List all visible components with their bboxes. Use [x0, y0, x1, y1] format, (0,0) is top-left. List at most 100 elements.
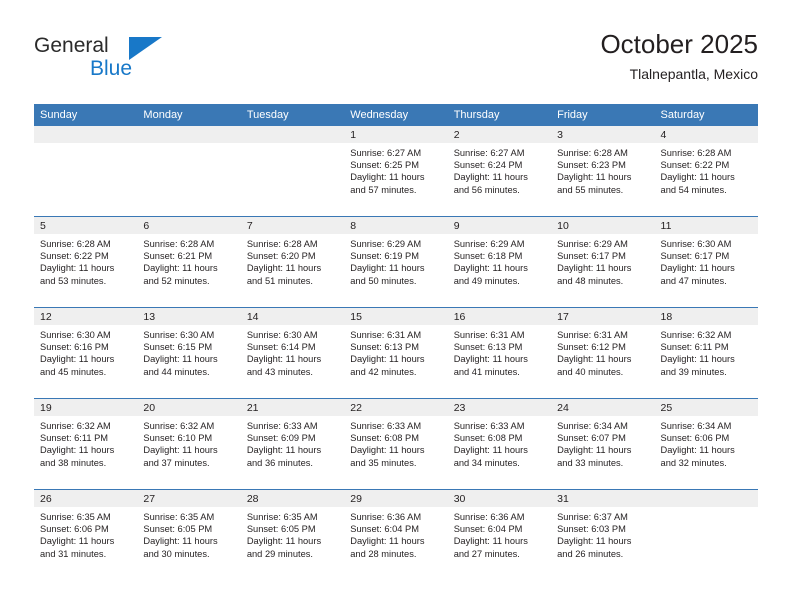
daylight-text-line1: Daylight: 11 hours	[557, 263, 632, 274]
daylight-text-line2: and 43 minutes.	[246, 366, 313, 377]
sunset-text: Sunset: 6:08 PM	[350, 433, 419, 444]
calendar-cell-day[interactable]: 24 Sunrise: 6:34 AM Sunset: 6:07 PM Dayligh…	[551, 398, 655, 490]
day-number: 20	[137, 399, 241, 416]
calendar-cell-day[interactable]: 27 Sunrise: 6:35 AM Sunset: 6:05 PM Dayligh…	[137, 489, 241, 580]
sunset-text: Sunset: 6:17 PM	[557, 251, 626, 262]
cell-inner: 12 Sunrise: 6:30 AM Sunset: 6:16 PM Dayligh…	[34, 308, 138, 398]
cell-inner: 28 Sunrise: 6:35 AM Sunset: 6:05 PM Dayligh…	[240, 490, 345, 580]
sunrise-text: Sunrise: 6:29 AM	[557, 239, 628, 249]
calendar-cell-day[interactable]: 10 Sunrise: 6:29 AM Sunset: 6:17 PM Dayligh…	[551, 216, 655, 308]
calendar-cell-day[interactable]: 13 Sunrise: 6:30 AM Sunset: 6:15 PM Dayligh…	[137, 307, 241, 399]
calendar-cell-day[interactable]: 11 Sunrise: 6:30 AM Sunset: 6:17 PM Dayligh…	[654, 216, 758, 308]
day-details: Sunrise: 6:29 AM Sunset: 6:17 PM Daylight:…	[551, 234, 654, 287]
calendar-cell-day[interactable]: 5 Sunrise: 6:28 AM Sunset: 6:22 PM Daylight…	[34, 216, 138, 308]
calendar-cell-day[interactable]: 3 Sunrise: 6:28 AM Sunset: 6:23 PM Daylight…	[551, 126, 655, 217]
day-number: 16	[447, 308, 552, 325]
calendar-cell-day[interactable]: 31 Sunrise: 6:37 AM Sunset: 6:03 PM Dayligh…	[551, 489, 655, 580]
calendar-cell-day[interactable]: 17 Sunrise: 6:31 AM Sunset: 6:12 PM Dayligh…	[551, 307, 655, 399]
weekday-header-friday: Friday	[551, 104, 655, 126]
daylight-text-line2: and 28 minutes.	[350, 548, 417, 559]
calendar-cell-day[interactable]: 21 Sunrise: 6:33 AM Sunset: 6:09 PM Dayligh…	[240, 398, 345, 490]
day-details: Sunrise: 6:27 AM Sunset: 6:24 PM Daylight:…	[448, 143, 551, 196]
calendar-cell-day[interactable]: 9 Sunrise: 6:29 AM Sunset: 6:18 PM Daylight…	[447, 216, 552, 308]
weekday-header-sunday: Sunday	[34, 104, 138, 126]
day-number: 25	[654, 399, 758, 416]
daylight-text-line2: and 30 minutes.	[143, 548, 210, 559]
day-details: Sunrise: 6:31 AM Sunset: 6:13 PM Daylight:…	[448, 325, 551, 378]
sunset-text: Sunset: 6:14 PM	[246, 342, 316, 353]
calendar-cell-day[interactable]: 28 Sunrise: 6:35 AM Sunset: 6:05 PM Dayligh…	[240, 489, 345, 580]
daylight-text-line1: Daylight: 11 hours	[557, 536, 632, 547]
daylight-text-line2: and 29 minutes.	[246, 548, 313, 559]
day-number: 18	[654, 308, 758, 325]
calendar-cell-day[interactable]: 1 Sunrise: 6:27 AM Sunset: 6:25 PM Daylight…	[344, 126, 448, 217]
daylight-text-line1: Daylight: 11 hours	[453, 536, 528, 547]
sunset-text: Sunset: 6:03 PM	[557, 524, 626, 535]
day-number: 10	[551, 217, 655, 234]
calendar-cell-day[interactable]: 20 Sunrise: 6:32 AM Sunset: 6:10 PM Dayligh…	[137, 398, 241, 490]
calendar-cell-day[interactable]: 19 Sunrise: 6:32 AM Sunset: 6:11 PM Dayligh…	[34, 398, 138, 490]
daylight-text-line1: Daylight: 11 hours	[40, 445, 115, 456]
cell-inner	[34, 126, 138, 216]
daylight-text-line2: and 42 minutes.	[350, 366, 417, 377]
daylight-text-line1: Daylight: 11 hours	[246, 263, 322, 274]
day-number: 30	[447, 490, 552, 507]
daylight-text-line1: Daylight: 11 hours	[143, 445, 218, 456]
calendar-cell-day[interactable]: 16 Sunrise: 6:31 AM Sunset: 6:13 PM Dayligh…	[447, 307, 552, 399]
calendar-cell-day[interactable]: 2 Sunrise: 6:27 AM Sunset: 6:24 PM Daylight…	[447, 126, 552, 217]
brand-logo[interactable]: General Blue	[34, 34, 194, 90]
daylight-text-line2: and 33 minutes.	[557, 457, 624, 468]
calendar-cell-day[interactable]: 26 Sunrise: 6:35 AM Sunset: 6:06 PM Dayligh…	[34, 489, 138, 580]
sunrise-text: Sunrise: 6:32 AM	[660, 330, 732, 340]
daylight-text-line2: and 49 minutes.	[453, 275, 520, 286]
sunset-text: Sunset: 6:10 PM	[143, 433, 213, 444]
daylight-text-line2: and 31 minutes.	[40, 548, 107, 559]
daylight-text-line1: Daylight: 11 hours	[660, 172, 735, 183]
daylight-text-line2: and 54 minutes.	[660, 184, 727, 195]
calendar-cell-day[interactable]: 6 Sunrise: 6:28 AM Sunset: 6:21 PM Daylight…	[137, 216, 241, 308]
daylight-text-line1: Daylight: 11 hours	[40, 263, 115, 274]
sunrise-text: Sunrise: 6:36 AM	[453, 512, 525, 522]
day-number: 1	[344, 126, 448, 143]
sunrise-text: Sunrise: 6:29 AM	[453, 239, 525, 249]
day-number: 7	[240, 217, 345, 234]
daylight-text-line1: Daylight: 11 hours	[453, 263, 528, 274]
cell-inner: 22 Sunrise: 6:33 AM Sunset: 6:08 PM Dayligh…	[344, 399, 448, 489]
cell-inner: 23 Sunrise: 6:33 AM Sunset: 6:08 PM Dayligh…	[447, 399, 552, 489]
calendar-cell-day[interactable]: 22 Sunrise: 6:33 AM Sunset: 6:08 PM Dayligh…	[344, 398, 448, 490]
day-details: Sunrise: 6:36 AM Sunset: 6:04 PM Daylight:…	[344, 507, 447, 560]
calendar-cell-day[interactable]: 15 Sunrise: 6:31 AM Sunset: 6:13 PM Dayligh…	[344, 307, 448, 399]
day-details: Sunrise: 6:32 AM Sunset: 6:11 PM Daylight:…	[34, 416, 137, 469]
daylight-text-line1: Daylight: 11 hours	[557, 354, 632, 365]
calendar-cell-day[interactable]: 18 Sunrise: 6:32 AM Sunset: 6:11 PM Dayligh…	[654, 307, 758, 399]
sunset-text: Sunset: 6:11 PM	[660, 342, 729, 353]
day-details: Sunrise: 6:35 AM Sunset: 6:05 PM Daylight:…	[137, 507, 240, 560]
calendar-cell-day[interactable]: 12 Sunrise: 6:30 AM Sunset: 6:16 PM Dayligh…	[34, 307, 138, 399]
cell-inner: 7 Sunrise: 6:28 AM Sunset: 6:20 PM Daylight…	[240, 217, 345, 307]
cell-inner: 13 Sunrise: 6:30 AM Sunset: 6:15 PM Dayligh…	[137, 308, 241, 398]
daylight-text-line1: Daylight: 11 hours	[350, 536, 425, 547]
cell-inner: 19 Sunrise: 6:32 AM Sunset: 6:11 PM Dayligh…	[34, 399, 138, 489]
day-number: 3	[551, 126, 655, 143]
calendar-cell-day[interactable]: 4 Sunrise: 6:28 AM Sunset: 6:22 PM Daylight…	[654, 126, 758, 217]
calendar-cell-day[interactable]: 29 Sunrise: 6:36 AM Sunset: 6:04 PM Dayligh…	[344, 489, 448, 580]
sunset-text: Sunset: 6:16 PM	[40, 342, 109, 353]
cell-inner: 26 Sunrise: 6:35 AM Sunset: 6:06 PM Dayligh…	[34, 490, 138, 580]
calendar-cell-day[interactable]: 7 Sunrise: 6:28 AM Sunset: 6:20 PM Daylight…	[240, 216, 345, 308]
sunset-text: Sunset: 6:05 PM	[246, 524, 316, 535]
calendar-cell-empty	[34, 126, 138, 217]
daylight-text-line1: Daylight: 11 hours	[557, 445, 632, 456]
day-number: 8	[344, 217, 448, 234]
sunrise-text: Sunrise: 6:27 AM	[350, 148, 422, 158]
calendar-cell-empty	[654, 489, 758, 580]
daylight-text-line2: and 53 minutes.	[40, 275, 107, 286]
daylight-text-line2: and 40 minutes.	[557, 366, 624, 377]
calendar-cell-day[interactable]: 23 Sunrise: 6:33 AM Sunset: 6:08 PM Dayligh…	[447, 398, 552, 490]
calendar-cell-day[interactable]: 25 Sunrise: 6:34 AM Sunset: 6:06 PM Dayligh…	[654, 398, 758, 490]
cell-inner: 16 Sunrise: 6:31 AM Sunset: 6:13 PM Dayligh…	[447, 308, 552, 398]
sunset-text: Sunset: 6:22 PM	[660, 160, 730, 171]
calendar-cell-day[interactable]: 30 Sunrise: 6:36 AM Sunset: 6:04 PM Dayligh…	[447, 489, 552, 580]
cell-inner: 18 Sunrise: 6:32 AM Sunset: 6:11 PM Dayligh…	[654, 308, 758, 398]
calendar-cell-day[interactable]: 8 Sunrise: 6:29 AM Sunset: 6:19 PM Daylight…	[344, 216, 448, 308]
calendar-cell-day[interactable]: 14 Sunrise: 6:30 AM Sunset: 6:14 PM Dayligh…	[240, 307, 345, 399]
